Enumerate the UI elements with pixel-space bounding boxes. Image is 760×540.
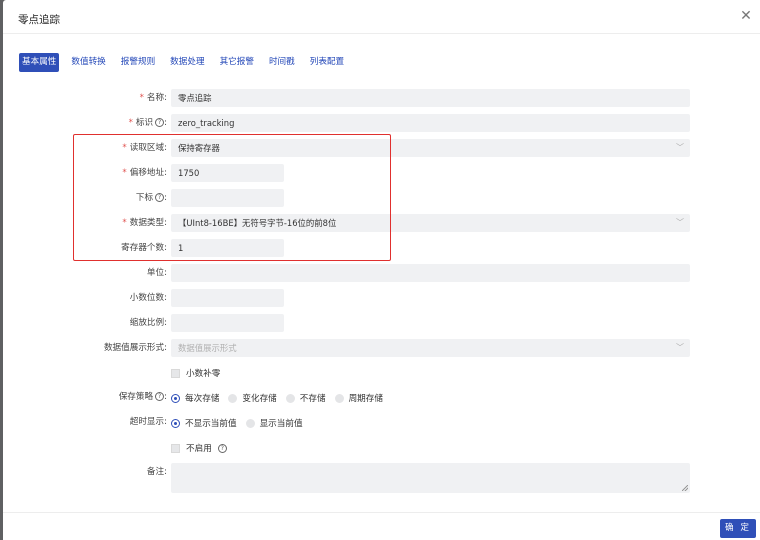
unit-input[interactable] xyxy=(171,264,690,282)
radio-dot[interactable] xyxy=(285,393,295,403)
decimals-label-wrap: 小数位数: xyxy=(3,289,167,307)
name-label: * 名称: xyxy=(139,93,167,103)
checkbox-box[interactable] xyxy=(171,443,180,453)
decimal-pad-checkbox[interactable]: 小数补零 xyxy=(171,367,220,379)
radio-periodic-save[interactable]: 周期存储 xyxy=(334,392,383,404)
tab-timestamp[interactable]: 时间戳 xyxy=(266,53,298,72)
radio-change-save[interactable]: 变化存储 xyxy=(228,392,277,404)
radio-hide-current[interactable]: 不显示当前值 xyxy=(171,417,237,429)
save-strategy-label: 保存策略?: xyxy=(118,392,167,402)
close-icon[interactable]: ✕ xyxy=(738,8,754,24)
decimals-label: 小数位数: xyxy=(129,293,167,303)
name-input[interactable]: 零点追踪 xyxy=(171,89,690,107)
tab-basic[interactable]: 基本属性 xyxy=(19,53,60,72)
radio-dot[interactable] xyxy=(334,393,344,403)
chevron-down-icon: ﹀ xyxy=(676,218,684,227)
display-format-label: 数据值展示形式: xyxy=(103,343,167,353)
timeout-radios: 不显示当前值 显示当前值 xyxy=(171,417,312,429)
disable-checkbox[interactable]: 不启用 ? xyxy=(171,442,227,454)
radio-dot[interactable] xyxy=(171,418,180,428)
unit-label: 单位: xyxy=(146,268,167,278)
checkbox-box[interactable] xyxy=(171,368,180,378)
remark-textarea[interactable] xyxy=(171,463,690,493)
decimal-pad-label: 小数补零 xyxy=(186,369,221,379)
scale-label-wrap: 缩放比例: xyxy=(3,314,167,332)
display-format-select[interactable]: 数据值展示形式 ﹀ xyxy=(171,339,690,357)
divider xyxy=(3,33,760,34)
remark-label: 备注: xyxy=(146,467,167,477)
radio-dot[interactable] xyxy=(245,418,255,428)
radio-no-save[interactable]: 不存储 xyxy=(285,392,326,404)
decimals-input[interactable] xyxy=(171,289,284,307)
name-label-wrap: * 名称: xyxy=(3,89,167,107)
display-format-label-wrap: 数据值展示形式: xyxy=(3,339,167,357)
timeout-label: 超时显示: xyxy=(129,417,167,427)
dialog: 零点追踪 ✕ 基本属性 数值转换 报警规则 数据处理 其它报警 时间戳 列表配置… xyxy=(3,0,760,540)
radio-dot[interactable] xyxy=(228,393,238,403)
dialog-title: 零点追踪 xyxy=(18,14,60,26)
help-icon[interactable]: ? xyxy=(155,118,165,127)
tab-alarm-rules[interactable]: 报警规则 xyxy=(118,53,158,72)
scale-input[interactable] xyxy=(171,314,284,332)
highlight-box xyxy=(73,134,391,261)
help-icon[interactable]: ? xyxy=(155,392,165,401)
confirm-button[interactable]: 确 定 xyxy=(720,519,756,538)
radio-dot[interactable] xyxy=(171,393,180,403)
radio-each-save[interactable]: 每次存储 xyxy=(171,392,219,404)
remark-label-wrap: 备注: xyxy=(3,463,167,481)
chevron-down-icon: ﹀ xyxy=(676,343,684,352)
display-format-placeholder: 数据值展示形式 xyxy=(178,343,237,353)
identifier-label: * 标识?: xyxy=(128,118,167,128)
tab-bar: 基本属性 数值转换 报警规则 数据处理 其它报警 时间戳 列表配置 xyxy=(19,53,356,72)
save-strategy-label-wrap: 保存策略?: xyxy=(3,388,167,406)
tab-data-processing[interactable]: 数据处理 xyxy=(167,53,207,72)
timeout-label-wrap: 超时显示: xyxy=(3,413,167,431)
identifier-label-wrap: * 标识?: xyxy=(3,114,167,132)
radio-show-current[interactable]: 显示当前值 xyxy=(245,417,303,429)
chevron-down-icon: ﹀ xyxy=(676,143,684,152)
footer-divider xyxy=(3,512,760,513)
tab-list-config[interactable]: 列表配置 xyxy=(307,53,347,72)
disable-label: 不启用 xyxy=(186,444,212,454)
resize-handle-icon[interactable] xyxy=(682,485,688,491)
scale-label: 缩放比例: xyxy=(129,318,167,328)
help-icon[interactable]: ? xyxy=(217,443,227,453)
save-strategy-radios: 每次存储 变化存储 不存储 周期存储 xyxy=(171,392,392,404)
tab-other-alarm[interactable]: 其它报警 xyxy=(217,53,257,72)
unit-label-wrap: 单位: xyxy=(3,264,167,282)
tab-conversion[interactable]: 数值转换 xyxy=(68,53,108,72)
identifier-input[interactable]: zero_tracking xyxy=(171,114,690,132)
